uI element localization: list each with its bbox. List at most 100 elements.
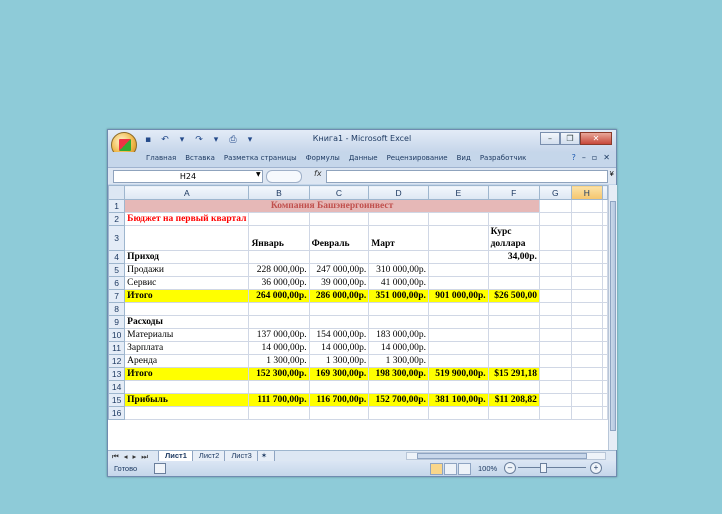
cell[interactable]: [570, 380, 604, 394]
cell[interactable]: [602, 250, 608, 264]
cell[interactable]: Март: [368, 225, 429, 251]
column-header[interactable]: B: [248, 185, 310, 200]
ribbon-tab[interactable]: Рецензирование: [387, 154, 448, 162]
horizontal-scroll-thumb[interactable]: [417, 453, 587, 459]
cell[interactable]: [602, 276, 608, 290]
cell[interactable]: [570, 225, 604, 251]
cell[interactable]: [538, 328, 572, 342]
ribbon-tab[interactable]: Данные: [349, 154, 378, 162]
row-header[interactable]: 10: [108, 328, 126, 342]
cell[interactable]: [538, 263, 572, 277]
cell[interactable]: [427, 212, 489, 226]
cell[interactable]: [570, 328, 604, 342]
cell[interactable]: [248, 315, 310, 329]
formula-input[interactable]: [326, 170, 608, 183]
cell[interactable]: [538, 406, 572, 420]
row-header[interactable]: 1: [108, 199, 126, 213]
cell[interactable]: [248, 380, 310, 394]
cell[interactable]: Приход: [124, 250, 250, 264]
row-header[interactable]: 6: [108, 276, 126, 290]
cell[interactable]: [602, 341, 608, 355]
cell[interactable]: Зарплата: [124, 341, 250, 355]
minimize-button[interactable]: –: [540, 132, 560, 145]
workbook-close-icon[interactable]: ✕: [603, 153, 610, 162]
cell[interactable]: 39 000,00р.: [308, 276, 370, 290]
cell[interactable]: [538, 225, 572, 251]
workbook-restore-icon[interactable]: ▫: [592, 153, 597, 162]
cell[interactable]: [538, 341, 572, 355]
restore-button[interactable]: ❐: [560, 132, 580, 145]
cell[interactable]: [427, 263, 489, 277]
cell[interactable]: 111 700,00р.: [248, 393, 310, 407]
cell[interactable]: [538, 393, 572, 407]
cell[interactable]: 152 300,00р.: [248, 367, 310, 381]
cell[interactable]: 286 000,00р.: [308, 289, 370, 303]
cell[interactable]: [248, 250, 310, 264]
name-box-dropdown-icon[interactable]: ▼: [256, 171, 261, 178]
cell[interactable]: [427, 315, 489, 329]
cell[interactable]: 183 000,00р.: [368, 328, 429, 342]
cell[interactable]: [602, 302, 608, 316]
cell[interactable]: Прибыль: [124, 393, 250, 407]
cell[interactable]: [602, 380, 608, 394]
row-header[interactable]: 12: [108, 354, 126, 368]
cell[interactable]: Сервис: [124, 276, 250, 290]
macro-record-icon[interactable]: [154, 463, 166, 474]
cell[interactable]: $15 291,18: [487, 367, 540, 381]
cell[interactable]: 1 300,00р.: [308, 354, 370, 368]
cell[interactable]: 14 000,00р.: [368, 341, 429, 355]
cell[interactable]: [368, 212, 429, 226]
cell[interactable]: [487, 380, 540, 394]
cell[interactable]: [124, 380, 250, 394]
column-header[interactable]: D: [368, 185, 429, 200]
cell[interactable]: 264 000,00р.: [248, 289, 310, 303]
cell[interactable]: [427, 341, 489, 355]
zoom-slider-thumb[interactable]: [540, 463, 547, 473]
help-icon[interactable]: ?: [572, 153, 576, 162]
cell[interactable]: [487, 328, 540, 342]
workbook-minimize-icon[interactable]: –: [582, 153, 586, 162]
cell[interactable]: [368, 315, 429, 329]
cell[interactable]: [538, 354, 572, 368]
column-header[interactable]: G: [538, 185, 572, 200]
cell[interactable]: [570, 199, 604, 213]
vertical-scrollbar[interactable]: [608, 185, 617, 450]
cell[interactable]: 1 300,00р.: [368, 354, 429, 368]
cell[interactable]: [538, 212, 572, 226]
cell[interactable]: [124, 302, 250, 316]
zoom-out-icon[interactable]: –: [504, 462, 516, 474]
cell[interactable]: 901 000,00р.: [427, 289, 489, 303]
cell[interactable]: 116 700,00р.: [308, 393, 370, 407]
cell[interactable]: [570, 315, 604, 329]
cell[interactable]: 14 000,00р.: [248, 341, 310, 355]
cell[interactable]: 351 000,00р.: [368, 289, 429, 303]
vertical-scroll-thumb[interactable]: [610, 201, 616, 431]
cell[interactable]: [308, 250, 370, 264]
cell[interactable]: Февраль: [308, 225, 370, 251]
insert-function-icon[interactable]: fx: [314, 169, 322, 178]
cell[interactable]: 1 300,00р.: [248, 354, 310, 368]
cell[interactable]: 154 000,00р.: [308, 328, 370, 342]
cell[interactable]: $26 500,00: [487, 289, 540, 303]
cell[interactable]: [602, 225, 608, 251]
row-header[interactable]: 14: [108, 380, 126, 394]
cell[interactable]: [570, 367, 604, 381]
row-header[interactable]: 2: [108, 212, 126, 226]
zoom-in-icon[interactable]: +: [590, 462, 602, 474]
cell[interactable]: [538, 315, 572, 329]
horizontal-scrollbar[interactable]: [406, 452, 606, 460]
cell[interactable]: [570, 341, 604, 355]
cell[interactable]: [570, 276, 604, 290]
cell[interactable]: [570, 289, 604, 303]
column-header[interactable]: [602, 185, 608, 200]
row-header[interactable]: 15: [108, 393, 126, 407]
row-header[interactable]: 7: [108, 289, 126, 303]
cell[interactable]: [487, 302, 540, 316]
cell[interactable]: [368, 250, 429, 264]
cell[interactable]: [602, 393, 608, 407]
cell[interactable]: [308, 406, 370, 420]
ribbon-tab[interactable]: Главная: [146, 154, 176, 162]
cell[interactable]: Расходы: [124, 315, 250, 329]
page-break-view-icon[interactable]: [458, 463, 471, 475]
cell[interactable]: [308, 315, 370, 329]
